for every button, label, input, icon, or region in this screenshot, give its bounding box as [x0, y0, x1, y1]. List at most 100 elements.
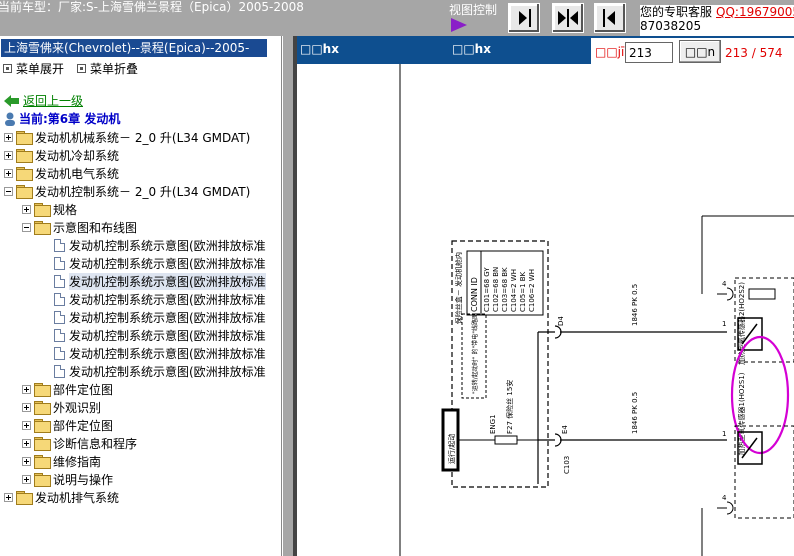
back-link[interactable]: 返回上一级	[4, 92, 83, 109]
document-viewer[interactable]: 保险丝盒－ 发动机舱内 CONN ID C101=68 GY C102=68 B…	[297, 64, 794, 556]
conn-id-label: CONN ID	[470, 277, 479, 312]
menu-expand-button[interactable]: 菜单展开	[3, 60, 64, 77]
e4-label: E4	[561, 425, 569, 434]
tree-item-schematic-doc[interactable]: 发动机控制系统示意图(欧洲排放标准	[54, 344, 268, 362]
support-qq-link[interactable]: QQ:19679005	[716, 5, 794, 19]
d4-label: D4	[557, 316, 565, 326]
tree-item-label: 示意图和布线图	[53, 220, 138, 235]
folder-open-icon	[16, 185, 33, 199]
expand-plus-icon[interactable]	[22, 402, 31, 412]
support-box: 您的专职客服 QQ:19679005 87038205	[640, 5, 794, 36]
fuse-symbol	[494, 435, 518, 445]
tree-item-label: 发动机控制系统示意图(欧洲排放标准	[69, 272, 266, 290]
wire-label-1: 1846 PK 0.5	[631, 284, 639, 326]
collapse-icon	[77, 64, 86, 73]
current-vehicle-label: 当前车型：厂家:S-上海雪佛兰景程（Epica）2005-2008	[0, 0, 304, 14]
wire-label-2: 1846 PK 0.5	[631, 392, 639, 434]
tree-item-label: 维修指南	[53, 454, 102, 469]
tree-item-schematic-doc[interactable]: 发动机控制系统示意图(欧洲排放标准	[54, 308, 268, 326]
tree-item-label: 部件定位图	[53, 418, 114, 433]
tree-item-label: 外观识别	[53, 400, 102, 415]
connector-entry: C101=68 GY	[483, 267, 491, 312]
tree-item-label: 发动机排气系统	[35, 490, 120, 505]
tree-item-engine-cooling[interactable]: 发动机冷却系统	[4, 146, 119, 164]
collapse-minus-icon[interactable]	[4, 186, 13, 196]
tree-item-description[interactable]: 说明与操作	[22, 470, 113, 488]
tree-item-schematic-doc-selected[interactable]: 发动机控制系统示意图(欧洲排放标准	[54, 272, 268, 290]
pin-1a: 1	[722, 320, 726, 328]
tree-item-engine-exhaust[interactable]: 发动机排气系统	[4, 488, 119, 506]
tree-item-engine-mechanical[interactable]: 发动机机械系统－ 2_0 升(L34 GMDAT)	[4, 128, 250, 146]
go-page-button[interactable]: □□n	[679, 40, 721, 63]
connector-entry: C105=1 BK	[519, 271, 527, 312]
connector-entry: C103=68 BK	[501, 267, 509, 312]
expand-plus-icon[interactable]	[22, 474, 31, 484]
tree-item-repair[interactable]: 维修指南	[22, 452, 101, 470]
folder-icon	[34, 203, 51, 217]
tree-item-component-locator[interactable]: 部件定位图	[22, 380, 113, 398]
folder-icon	[34, 473, 51, 487]
folder-icon	[34, 383, 51, 397]
eng1-label: ENG1	[489, 414, 497, 434]
tree-item-label: 发动机控制系统示意图(欧洲排放标准	[69, 328, 266, 343]
tree-item-label: 发动机控制系统示意图(欧洲排放标准	[69, 292, 266, 307]
user-icon	[5, 112, 15, 126]
current-chapter-label: 当前:第6章 发动机	[19, 112, 121, 126]
back-arrow-icon	[4, 94, 19, 107]
document-icon	[54, 328, 65, 342]
document-icon	[54, 346, 65, 360]
page-label: □□jī	[595, 45, 625, 59]
connector-entry: C106=2 WH	[528, 269, 536, 312]
arrow-right-bar-icon	[519, 9, 531, 27]
tree-item-label: 发动机控制系统－ 2_0 升(L34 GMDAT)	[35, 184, 251, 199]
support-phone: 87038205	[640, 19, 702, 33]
sidebar: 上海雪佛来(Chevrolet)--景程(Epica)--2005- 菜单展开 …	[0, 36, 282, 556]
tree-item-label: 诊断信息和程序	[53, 436, 138, 451]
sensor1-pin4	[717, 501, 734, 515]
tree-item-visual-identification[interactable]: 外观识别	[22, 398, 101, 416]
collapse-minus-icon[interactable]	[22, 222, 31, 232]
tree-item-label: 发动机冷却系统	[35, 148, 120, 163]
menu-collapse-button[interactable]: 菜单折叠	[77, 60, 138, 77]
expand-plus-icon[interactable]	[22, 420, 31, 430]
fuse-label: F27 保险丝 15安	[505, 380, 514, 434]
support-text: 您的专职客服	[640, 5, 713, 19]
document-icon	[54, 238, 65, 252]
tree-item-engine-electrical[interactable]: 发动机电气系统	[4, 164, 119, 182]
tree-item-schematic-doc[interactable]: 发动机控制系统示意图(欧洲排放标准	[54, 290, 268, 308]
tree-item-schematic-doc[interactable]: 发动机控制系统示意图(欧洲排放标准	[54, 236, 268, 254]
viewer-header-label-1: □□hx	[300, 42, 339, 56]
current-chapter: 当前:第6章 发动机	[4, 110, 120, 127]
tree-item-label: 发动机控制系统示意图(欧洲排放标准	[69, 346, 266, 361]
arrow-left-bar-icon	[603, 9, 615, 27]
collapse-left-button[interactable]	[508, 3, 540, 33]
tree-item-label: 发动机电气系统	[35, 166, 120, 181]
split-view-button[interactable]	[552, 3, 584, 33]
tree-item-label: 发动机机械系统－ 2_0 升(L34 GMDAT)	[35, 130, 251, 145]
expand-plus-icon[interactable]	[22, 384, 31, 394]
tree-item-schematic-doc[interactable]: 发动机控制系统示意图(欧洲排放标准	[54, 362, 268, 380]
tree-item-component-locator-2[interactable]: 部件定位图	[22, 416, 113, 434]
page-count: 213 / 574	[725, 46, 783, 60]
tree-item-schematics[interactable]: 示意图和布线图	[22, 218, 137, 236]
expand-plus-icon[interactable]	[4, 168, 13, 178]
tree-item-schematic-doc[interactable]: 发动机控制系统示意图(欧洲排放标准	[54, 254, 268, 272]
tree-item-engine-control[interactable]: 发动机控制系统－ 2_0 升(L34 GMDAT)	[4, 182, 250, 200]
expand-plus-icon[interactable]	[22, 456, 31, 466]
ignition-note: "运转/起动时" 的"带电"线路图	[471, 313, 479, 394]
expand-plus-icon[interactable]	[4, 492, 13, 502]
document-icon	[54, 292, 65, 306]
tree-item-specifications[interactable]: 规格	[22, 200, 77, 218]
page-number-input[interactable]	[625, 42, 673, 63]
tree-item-diagnostics[interactable]: 诊断信息和程序	[22, 434, 137, 452]
expand-plus-icon[interactable]	[4, 150, 13, 160]
tree-item-label: 发动机控制系统示意图(欧洲排放标准	[69, 364, 266, 379]
expand-left-button[interactable]	[594, 3, 626, 33]
tree-item-schematic-doc[interactable]: 发动机控制系统示意图(欧洲排放标准	[54, 326, 268, 344]
expand-plus-icon[interactable]	[4, 132, 13, 142]
tree-item-label: 发动机控制系统示意图(欧洲排放标准	[69, 310, 266, 325]
expand-plus-icon[interactable]	[22, 204, 31, 214]
view-control-label: 视图控制	[449, 3, 498, 17]
back-link-label: 返回上一级	[23, 94, 84, 108]
expand-plus-icon[interactable]	[22, 438, 31, 448]
